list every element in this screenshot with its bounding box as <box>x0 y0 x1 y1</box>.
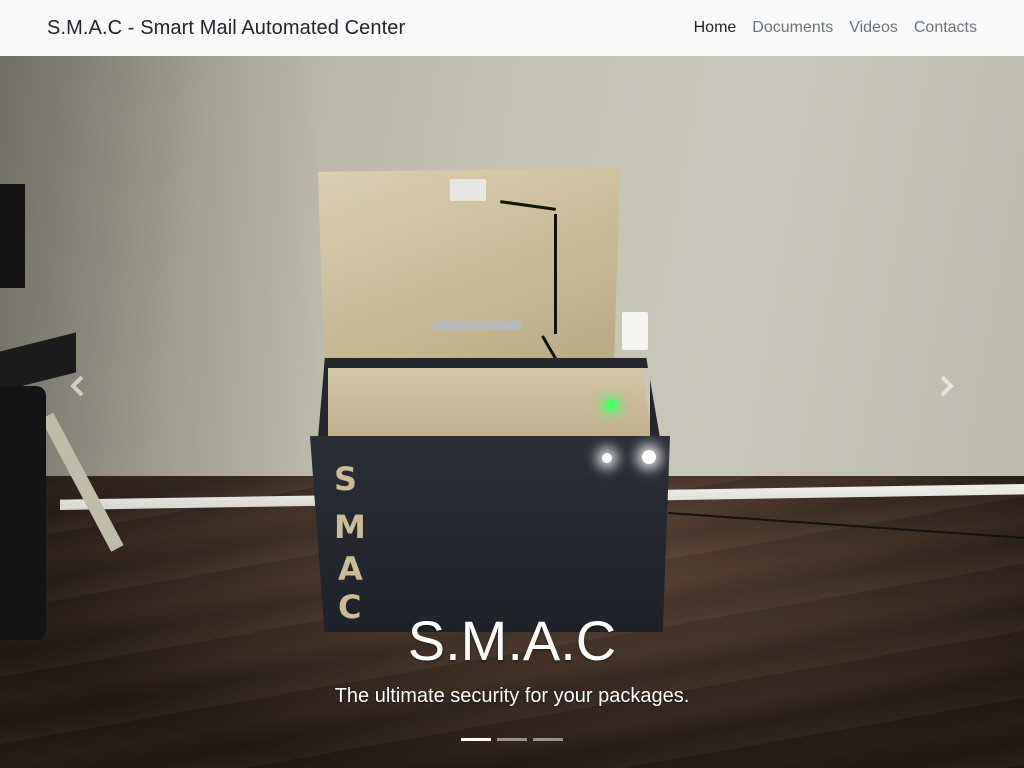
chevron-left-icon <box>70 375 84 397</box>
navbar: S.M.A.C - Smart Mail Automated Center Ho… <box>0 0 1024 56</box>
carousel-indicator[interactable] <box>533 738 563 741</box>
nav-link-videos[interactable]: Videos <box>849 19 898 37</box>
nav-links: Home Documents Videos Contacts <box>694 19 977 37</box>
carousel-indicator[interactable] <box>497 738 527 741</box>
carousel-next-button[interactable] <box>917 356 977 416</box>
nav-link-contacts[interactable]: Contacts <box>914 19 977 37</box>
hero-carousel: S M A C S.M.A.C The ultimate security fo… <box>0 56 1024 768</box>
carousel-indicator[interactable] <box>461 738 491 741</box>
navbar-brand[interactable]: S.M.A.C - Smart Mail Automated Center <box>47 17 405 40</box>
caption-text: The ultimate security for your packages. <box>334 685 690 707</box>
carousel-indicators <box>0 738 1024 741</box>
nav-link-documents[interactable]: Documents <box>752 19 833 37</box>
nav-link-home[interactable]: Home <box>694 19 737 37</box>
caption-title: S.M.A.C <box>407 609 617 672</box>
chevron-right-icon <box>940 375 954 397</box>
carousel-prev-button[interactable] <box>47 356 107 416</box>
